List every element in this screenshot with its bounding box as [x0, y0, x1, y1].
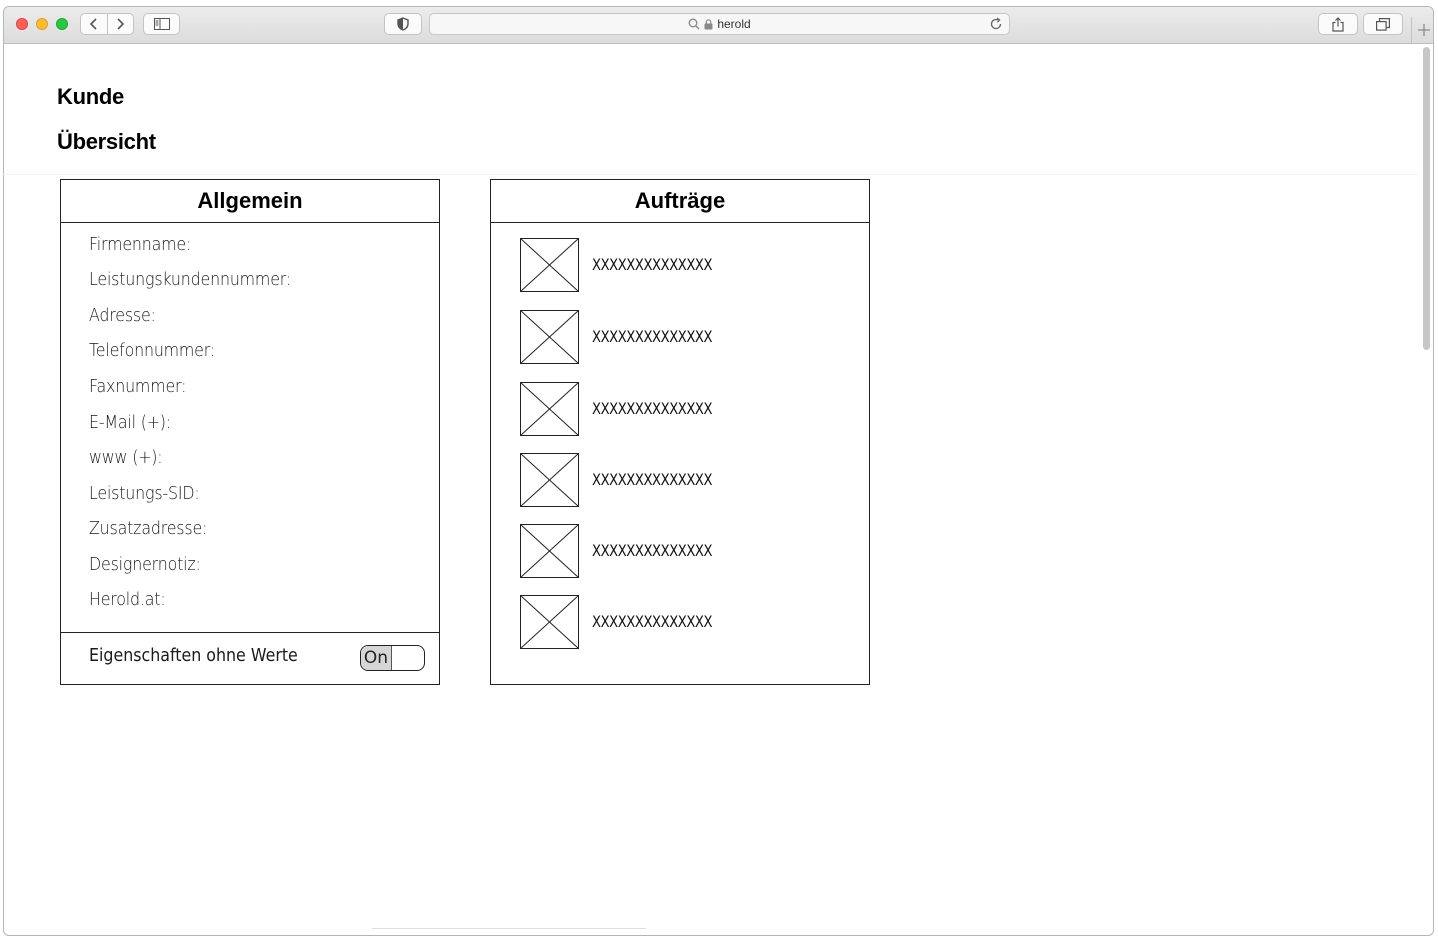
- field-fax: Faxnummer:: [89, 376, 187, 397]
- image-placeholder-icon: [520, 453, 579, 507]
- lock-icon: [704, 18, 713, 29]
- page-heading-overview: Übersicht: [57, 129, 156, 154]
- order-item-label: XXXXXXXXXXXXXX: [592, 541, 713, 560]
- navigation-buttons: [80, 13, 134, 35]
- forward-icon: [117, 18, 125, 30]
- toggle-label: On: [361, 646, 392, 670]
- divider: [3, 174, 1418, 175]
- divider: [372, 928, 646, 929]
- address-text: herold: [717, 17, 751, 31]
- back-icon: [89, 18, 97, 30]
- plus-icon: [1418, 24, 1430, 36]
- field-www: www (+):: [89, 447, 163, 468]
- field-service-sid: Leistungs-SID:: [89, 483, 200, 504]
- maximize-window-button[interactable]: [56, 18, 68, 30]
- field-company-name: Firmenname:: [89, 234, 192, 255]
- field-phone: Telefonnummer:: [89, 340, 215, 361]
- empty-properties-label: Eigenschaften ohne Werte: [89, 645, 298, 666]
- order-item-label: XXXXXXXXXXXXXX: [592, 612, 713, 631]
- address-content: herold: [430, 14, 1009, 34]
- orders-panel-title: Aufträge: [491, 180, 869, 223]
- field-email: E-Mail (+):: [89, 412, 171, 433]
- field-service-customer-number: Leistungskundennummer:: [89, 269, 291, 290]
- reload-icon[interactable]: [989, 17, 1003, 31]
- image-placeholder-icon: [520, 595, 579, 649]
- order-item-label: XXXXXXXXXXXXXX: [592, 255, 713, 274]
- new-tab-button[interactable]: [1411, 17, 1433, 43]
- field-address: Adresse:: [89, 305, 156, 326]
- general-panel: Allgemein Firmenname: Leistungskundennum…: [60, 179, 440, 685]
- address-bar[interactable]: herold: [429, 13, 1010, 35]
- order-item-label: XXXXXXXXXXXXXX: [592, 327, 713, 346]
- image-placeholder-icon: [520, 524, 579, 578]
- search-icon: [688, 18, 700, 30]
- image-placeholder-icon: [520, 382, 579, 436]
- image-placeholder-icon: [520, 310, 579, 364]
- tab-overview-button[interactable]: [1363, 13, 1403, 35]
- general-panel-footer: Eigenschaften ohne Werte On: [61, 632, 439, 684]
- order-item-label: XXXXXXXXXXXXXX: [592, 470, 713, 489]
- forward-button[interactable]: [106, 14, 134, 34]
- vertical-scrollbar[interactable]: [1422, 45, 1432, 929]
- field-herold-at: Herold.at:: [89, 589, 166, 610]
- general-panel-title: Allgemein: [61, 180, 439, 223]
- field-designer-note: Designernotiz:: [89, 554, 201, 575]
- tabs-icon: [1376, 17, 1390, 31]
- field-additional-address: Zusatzadresse:: [89, 518, 208, 539]
- sidebar-toggle-button[interactable]: [143, 13, 180, 35]
- empty-properties-toggle[interactable]: On: [360, 645, 425, 671]
- privacy-report-button[interactable]: [384, 13, 422, 35]
- scrollbar-thumb[interactable]: [1423, 47, 1430, 350]
- close-window-button[interactable]: [16, 18, 28, 30]
- order-item-label: XXXXXXXXXXXXXX: [592, 399, 713, 418]
- sidebar-icon: [153, 18, 170, 30]
- share-icon: [1332, 16, 1344, 32]
- browser-toolbar: herold: [4, 7, 1433, 44]
- shield-icon: [397, 17, 409, 31]
- orders-panel: Aufträge XXXXXXXXXXXXXX XXXXXXXXXXXXXX X…: [490, 179, 870, 685]
- share-button[interactable]: [1318, 13, 1358, 35]
- back-button[interactable]: [81, 14, 107, 34]
- minimize-window-button[interactable]: [36, 18, 48, 30]
- image-placeholder-icon: [520, 238, 579, 292]
- page-heading-customer: Kunde: [57, 84, 124, 109]
